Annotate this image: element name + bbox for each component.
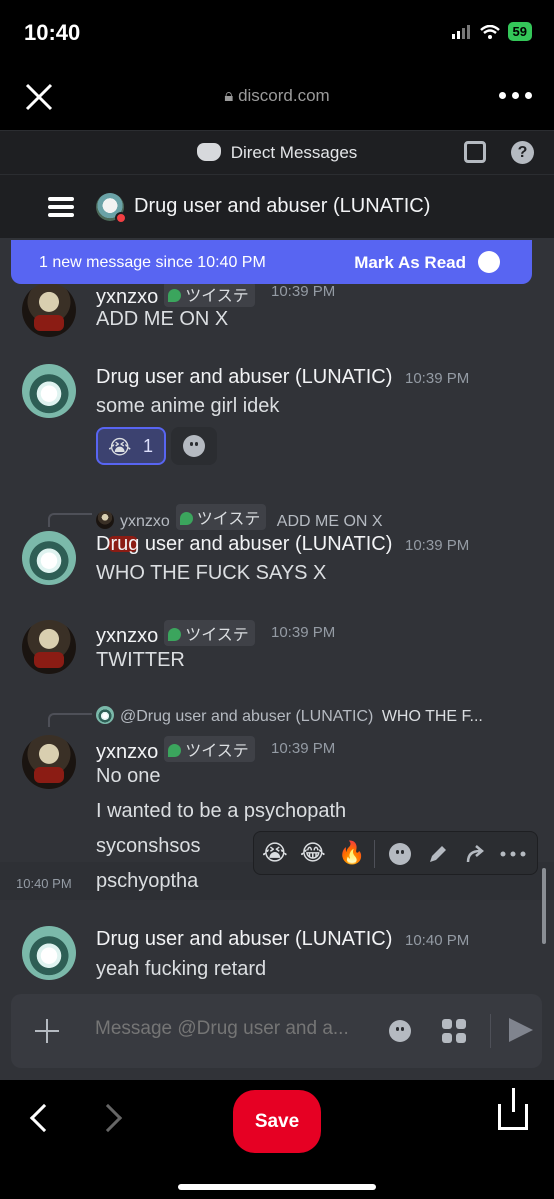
home-indicator <box>178 1184 376 1190</box>
reply-avatar <box>96 706 114 724</box>
quick-reaction-joy[interactable]: 😂 <box>300 840 326 866</box>
edit-icon[interactable] <box>426 842 450 866</box>
avatar[interactable] <box>22 620 76 674</box>
chat-scrollbar[interactable] <box>542 868 546 944</box>
quick-reaction-sob[interactable]: 😭 <box>262 840 288 866</box>
composer-separator <box>490 1014 491 1048</box>
reply-avatar <box>96 511 114 529</box>
browser-bar: 🔒︎ discord.com <box>0 64 554 130</box>
channel-title: Drug user and abuser (LUNATIC) <box>134 195 431 217</box>
emoji-picker-icon[interactable] <box>389 1020 411 1042</box>
discord-logo-icon <box>196 143 221 161</box>
message-composer <box>11 994 542 1068</box>
lock-icon: 🔒︎ <box>224 86 234 105</box>
message-author[interactable]: yxnzxo ツイステ <box>96 736 255 764</box>
message-text: TWITTER <box>96 649 185 671</box>
save-button[interactable]: Save <box>233 1090 321 1153</box>
reaction-count: 1 <box>143 436 154 456</box>
message-author[interactable]: yxnzxo ツイステ <box>96 281 255 309</box>
message-text: some anime girl idek <box>96 395 280 417</box>
new-messages-text: 1 new message since 10:40 PM <box>39 254 266 271</box>
message-time: 10:39 PM <box>271 624 336 641</box>
avatar[interactable] <box>22 735 76 789</box>
message-action-toolbar: 😭 😂 🔥 <box>253 831 538 875</box>
apps-icon[interactable] <box>442 1019 466 1043</box>
channel-avatar[interactable] <box>96 193 127 224</box>
url-display[interactable]: 🔒︎ discord.com <box>0 86 554 106</box>
wifi-icon <box>479 24 500 39</box>
forward-nav-icon[interactable] <box>93 1103 123 1133</box>
mark-as-read-button[interactable]: Mark As Read <box>354 253 466 273</box>
add-reaction-button[interactable] <box>171 427 217 465</box>
message-author[interactable]: Drug user and abuser (LUNATIC) <box>96 366 392 389</box>
hover-timestamp: 10:40 PM <box>16 876 72 891</box>
add-reaction-icon <box>183 435 205 457</box>
clan-tag: ツイステ <box>175 504 267 530</box>
avatar[interactable] <box>22 926 76 980</box>
message-author[interactable]: Drug user and abuser (LUNATIC) <box>96 928 392 951</box>
status-bar: 10:40 59 <box>0 0 554 64</box>
message-text: yeah fucking retard <box>96 958 267 980</box>
message-time: 10:39 PM <box>271 740 336 757</box>
clan-tag: ツイステ <box>164 281 255 307</box>
message-input[interactable] <box>95 1018 375 1040</box>
message-time: 10:39 PM <box>405 537 470 554</box>
message-author[interactable]: yxnzxo ツイステ <box>96 620 255 648</box>
dnd-status-icon <box>115 212 127 224</box>
message-text: I wanted to be a psychopath <box>96 800 347 822</box>
browser-bottom-bar: Save <box>0 1080 554 1199</box>
clan-tag: ツイステ <box>164 736 255 762</box>
reaction-chip[interactable]: 😭 1 <box>96 427 166 465</box>
battery-indicator: 59 <box>507 22 532 41</box>
signal-icon <box>451 24 470 39</box>
more-icon[interactable] <box>500 851 526 857</box>
composer-area <box>0 992 554 1080</box>
message-time: 10:40 PM <box>405 932 470 949</box>
back-icon[interactable] <box>29 1103 59 1133</box>
url-text: discord.com <box>238 86 330 105</box>
share-icon[interactable] <box>498 1088 528 1130</box>
quick-reaction-fire[interactable]: 🔥 <box>338 840 365 866</box>
reply-connector <box>48 513 92 527</box>
reply-connector <box>48 713 92 727</box>
message-text: No one <box>96 765 161 787</box>
add-reaction-icon[interactable] <box>389 843 411 865</box>
chat-area[interactable]: 1 new message since 10:40 PM Mark As Rea… <box>0 238 554 992</box>
mark-read-icon[interactable] <box>478 251 500 273</box>
message-text: pschyoptha <box>96 870 199 892</box>
message-time: 10:39 PM <box>405 370 470 387</box>
toolbar-separator <box>374 840 375 868</box>
reply-preview[interactable]: yxnzxo ツイステ ADD ME ON X <box>96 504 383 531</box>
clan-tag: ツイステ <box>164 620 255 646</box>
status-time: 10:40 <box>24 20 81 45</box>
avatar[interactable] <box>22 531 76 585</box>
channel-header: Drug user and abuser (LUNATIC) <box>0 174 554 238</box>
message-text: syconshsos <box>96 835 201 857</box>
menu-icon[interactable] <box>48 197 74 221</box>
reply-preview[interactable]: @Drug user and abuser (LUNATIC) WHO THE … <box>96 706 483 726</box>
dm-header: Direct Messages ? <box>0 130 554 174</box>
message-text: WHO THE FUCK SAYS X <box>96 562 327 584</box>
avatar[interactable] <box>22 364 76 418</box>
message-author[interactable]: Drug user and abuser (LUNATIC) <box>96 533 392 556</box>
new-messages-banner[interactable]: 1 new message since 10:40 PM Mark As Rea… <box>11 240 532 284</box>
forward-icon[interactable] <box>464 842 488 866</box>
help-icon[interactable]: ? <box>511 141 534 164</box>
attach-plus-icon[interactable] <box>35 1019 59 1043</box>
status-icons: 59 <box>451 22 532 41</box>
reaction-emoji: 😭 <box>108 437 132 459</box>
more-options-icon[interactable] <box>499 92 532 99</box>
avatar[interactable] <box>22 283 76 337</box>
send-icon[interactable] <box>509 1018 533 1042</box>
message-text: ADD ME ON X <box>96 308 229 330</box>
inbox-icon[interactable] <box>464 141 486 163</box>
message-time: 10:39 PM <box>271 283 336 300</box>
